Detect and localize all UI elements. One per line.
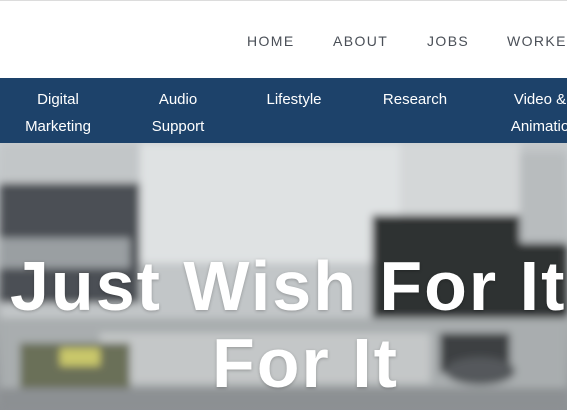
category-bar: Digital Marketing Audio Support Lifestyl… — [0, 78, 567, 143]
category-label-line2: Marketing — [25, 118, 91, 135]
nav-jobs-link[interactable]: JOBS — [427, 33, 469, 49]
category-lifestyle[interactable]: Lifestyle — [239, 86, 349, 113]
category-video-animation[interactable]: Video & Animatio — [485, 86, 567, 140]
nav-about-link[interactable]: ABOUT — [333, 33, 388, 49]
category-label-line1: Audio — [158, 91, 198, 108]
category-label-line2: Animatio — [510, 118, 567, 135]
nav-home-link[interactable]: HOME — [247, 33, 295, 49]
nav-workers-link[interactable]: WORKE — [507, 33, 567, 49]
category-label-line1: Lifestyle — [266, 91, 322, 108]
top-navigation: HOME ABOUT JOBS WORKE — [0, 0, 567, 78]
category-audio-support[interactable]: Audio Support — [123, 86, 233, 140]
category-label-line1: Digital — [37, 91, 79, 108]
category-digital-marketing[interactable]: Digital Marketing — [3, 86, 113, 140]
hero-headline-line2: For It — [212, 324, 399, 402]
category-research[interactable]: Research — [360, 86, 470, 113]
category-label-line1: Research — [382, 91, 448, 108]
hero-banner: Just Wish For It For It — [0, 143, 567, 410]
category-label-line1: Video & — [513, 91, 567, 108]
category-label-line2: Support — [151, 118, 205, 135]
hero-headline-line1: Just Wish For It — [10, 247, 567, 325]
